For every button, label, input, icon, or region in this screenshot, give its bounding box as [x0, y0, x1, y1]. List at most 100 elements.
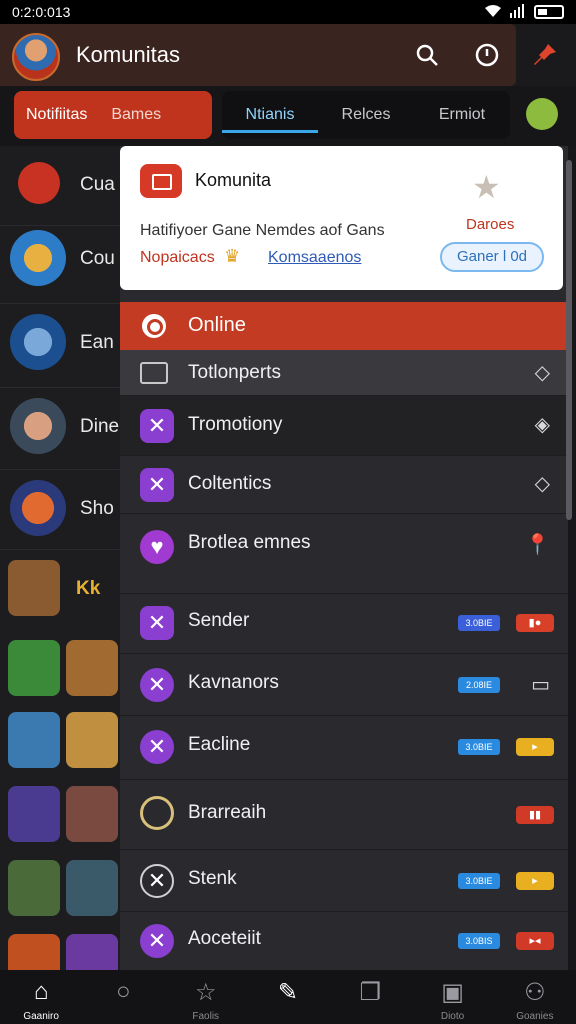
nav-search[interactable]: ○ — [82, 970, 164, 1024]
game-tile[interactable] — [8, 712, 60, 768]
diamond-icon: ◈ — [534, 414, 550, 436]
list-item[interactable]: Ean — [0, 304, 120, 388]
star-icon: ★ — [472, 169, 501, 205]
card-link[interactable]: Komsaaenos — [268, 249, 361, 267]
app-title: Komunitas — [76, 42, 180, 67]
status-chip: ▸ — [516, 872, 554, 890]
tab-ermiot[interactable]: Ermiot — [414, 106, 510, 124]
online-label: Online — [188, 314, 246, 336]
diamond-icon: ◇ — [534, 473, 550, 495]
game-tile[interactable] — [66, 934, 118, 970]
scrollbar[interactable] — [566, 160, 572, 520]
game-tile[interactable] — [66, 712, 118, 768]
wifi-icon — [484, 4, 502, 21]
list-item[interactable]: Cou — [0, 220, 120, 304]
game-tile[interactable] — [8, 860, 60, 916]
nav-home[interactable]: ⌂ Gaaniro — [0, 970, 82, 1024]
nav-label: Gaaniro — [23, 1011, 59, 1022]
online-icon — [142, 314, 166, 338]
app-avatar[interactable] — [12, 33, 60, 81]
battery-icon — [534, 5, 564, 19]
search-icon: ○ — [116, 978, 131, 1005]
list-item-label: Sho — [80, 498, 114, 519]
menu-item[interactable]: ✕ Coltentics ◇ — [120, 456, 568, 514]
tab-relces[interactable]: Relces — [318, 106, 414, 124]
menu-item[interactable]: ♥ Brotlea emnes 📍 — [120, 514, 568, 594]
status-chip: ▸ — [516, 738, 554, 756]
status-chip: ▸◂ — [516, 932, 554, 950]
cross-icon: ✕ — [140, 924, 174, 958]
menu-item[interactable]: ✕ Sender 3.0BIE ▮● — [120, 594, 568, 654]
nav-label: Goanies — [516, 1011, 554, 1022]
list-item-label: Cua — [80, 174, 115, 195]
menu-item-label: Sender — [188, 610, 250, 631]
nav-label: Dioto — [440, 1011, 465, 1022]
community-list: Cua Cou Ean Dine Sho Kk — [0, 146, 120, 970]
menu-item[interactable]: Totlonperts ◇ — [120, 350, 568, 396]
menu-item-label: Tromotiony — [188, 414, 283, 435]
timer-icon[interactable] — [472, 40, 502, 70]
menu-item[interactable]: ✕ Stenk 3.0BIE ▸ — [120, 850, 568, 912]
pin-icon[interactable] — [530, 40, 560, 70]
menu-item[interactable]: ✕ Tromotiony ◈ — [120, 396, 568, 456]
list-item[interactable]: Kk — [0, 550, 120, 630]
card-pill-button[interactable]: Ganer l 0d — [440, 242, 544, 272]
nav-media[interactable]: ▣ Dioto — [411, 970, 493, 1024]
game-tile[interactable] — [8, 934, 60, 970]
list-item[interactable]: Dine — [0, 388, 120, 470]
game-tile[interactable] — [66, 786, 118, 842]
menu-item-label: Totlonperts — [188, 362, 281, 383]
card-side-label: Daroes — [466, 216, 515, 233]
community-card[interactable]: Komunita ★ Daroes Hatifiyoer Gane Nemdes… — [120, 146, 563, 290]
menu-item-label: Brarreaih — [188, 802, 267, 823]
smiley-icon[interactable] — [526, 98, 558, 130]
menu-item-label: Stenk — [188, 868, 237, 889]
list-item[interactable]: Cua — [0, 146, 120, 226]
tab-group-secondary: Ntianis Relces Ermiot — [222, 91, 510, 139]
heart-icon: ♥ — [140, 530, 174, 564]
search-icon[interactable] — [412, 40, 442, 70]
nav-favorites[interactable]: ☆ Faolis — [165, 970, 247, 1024]
ticket-icon: ▭ — [531, 674, 550, 696]
menu-item[interactable]: ✕ Eacline 3.0BIE ▸ — [120, 716, 568, 780]
list-item[interactable]: Sho — [0, 470, 120, 550]
tab-group-primary: Notifiitas Bames — [14, 91, 212, 139]
nav-label: Faolis — [192, 1011, 220, 1022]
card-description: Hatifiyoer Gane Nemdes aof Gans — [140, 222, 385, 239]
diamond-icon: ◇ — [534, 362, 550, 384]
nav-profile[interactable]: ⚇ Goanies — [494, 970, 576, 1024]
game-tile[interactable] — [66, 640, 118, 696]
online-header[interactable]: Online — [120, 302, 568, 350]
tab-notifications[interactable]: Notifiitas — [14, 106, 99, 124]
avatar — [10, 314, 66, 370]
nav-create[interactable]: ✎ — [247, 970, 329, 1024]
list-item-label: Dine — [80, 416, 120, 437]
nav-windows[interactable]: ❐ — [329, 970, 411, 1024]
list-item-label: Cou — [80, 248, 115, 269]
tab-bar: Notifiitas Bames Ntianis Relces Ermiot — [0, 86, 576, 146]
list-item-label: Ean — [80, 332, 114, 353]
avatar — [10, 230, 66, 286]
menu-item[interactable]: Brarreaih ▮▮ — [120, 780, 568, 850]
menu-item[interactable]: ✕ Kavnanors 2.08IE ▭ — [120, 654, 568, 716]
status-chip: ▮▮ — [516, 806, 554, 824]
status-bar: 0:2:0:013 — [0, 0, 576, 24]
star-icon: ☆ — [194, 979, 217, 1006]
game-tile[interactable] — [8, 786, 60, 842]
cross-icon: ✕ — [140, 730, 174, 764]
menu-item-badge: 3.0BIS — [458, 933, 500, 949]
ring-icon — [140, 796, 174, 830]
game-tile — [8, 560, 60, 616]
profile-icon: ⚇ — [524, 979, 546, 1006]
menu-item[interactable]: ✕ Aoceteiit 3.0BIS ▸◂ — [120, 912, 568, 970]
card-red-label: Nopaicacs — [140, 249, 215, 266]
menu-item-badge: 3.0BIE — [458, 873, 500, 889]
slash-icon — [18, 162, 60, 204]
menu-item-badge: 2.08IE — [458, 677, 500, 693]
feather-icon: ✎ — [277, 979, 299, 1006]
game-tile[interactable] — [66, 860, 118, 916]
tab-games[interactable]: Bames — [99, 106, 173, 124]
popup-panel: Komunita ★ Daroes Hatifiyoer Gane Nemdes… — [120, 146, 568, 970]
game-tile[interactable] — [8, 640, 60, 696]
tab-ntianis[interactable]: Ntianis — [222, 97, 318, 133]
